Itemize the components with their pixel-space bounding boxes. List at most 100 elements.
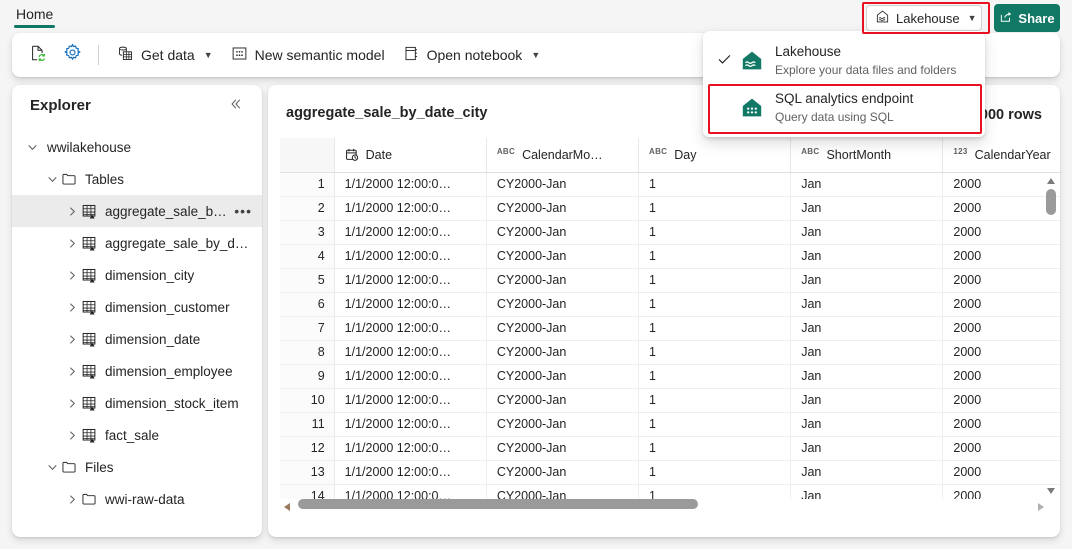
table-row[interactable]: 111/1/2000 12:00:0…CY2000-Jan1Jan2000Sou… xyxy=(280,412,1060,437)
table-cell: CY2000-Jan xyxy=(486,340,640,365)
get-data-button[interactable]: Get data ▼ xyxy=(109,39,221,71)
tree-item-dimension-date[interactable]: dimension_date xyxy=(12,323,262,355)
chevron-down-icon: ▼ xyxy=(203,50,213,60)
table-row[interactable]: 131/1/2000 12:00:0…CY2000-Jan1Jan2000Akh… xyxy=(280,460,1060,485)
tree-item-dimension-city[interactable]: dimension_city xyxy=(12,259,262,291)
column-header-day[interactable]: ABC Day xyxy=(638,138,792,173)
tree-item-dimension-employee[interactable]: dimension_employee xyxy=(12,355,262,387)
column-header-date[interactable]: Date xyxy=(334,138,487,173)
tree-item-wwi-raw-data[interactable]: wwi-raw-data xyxy=(12,483,262,515)
tree-item-label: fact_sale xyxy=(105,427,160,443)
table-cell: 1/1/2000 12:00:0… xyxy=(334,268,487,293)
table-cell: 1 xyxy=(638,196,792,221)
table-row[interactable]: 81/1/2000 12:00:0…CY2000-Jan1Jan2000Nana… xyxy=(280,340,1060,365)
chevron-right-icon[interactable] xyxy=(64,267,80,283)
chevron-right-icon[interactable] xyxy=(64,427,80,443)
table-cell: Jan xyxy=(790,172,944,197)
tree-item-dimension-customer[interactable]: dimension_customer xyxy=(12,291,262,323)
tab-home-label: Home xyxy=(16,6,54,22)
vertical-scrollbar[interactable] xyxy=(1044,173,1058,494)
table-row[interactable]: 71/1/2000 12:00:0…CY2000-Jan1Jan2000Mari… xyxy=(280,316,1060,341)
table-row[interactable]: 21/1/2000 12:00:0…CY2000-Jan1Jan2000Belg… xyxy=(280,196,1060,221)
table-cell: Jan xyxy=(790,268,944,293)
tree-item-files[interactable]: Files xyxy=(12,451,262,483)
row-number: 10 xyxy=(280,388,335,413)
table-icon xyxy=(80,362,98,380)
table-cell: 1 xyxy=(638,220,792,245)
chevron-right-icon[interactable] xyxy=(64,395,80,411)
chevron-right-icon[interactable] xyxy=(64,203,80,219)
sql-endpoint-icon xyxy=(737,95,767,121)
dropdown-item-sql-analytics-endpoint[interactable]: SQL analytics endpoint Query data using … xyxy=(703,84,985,131)
folder-icon xyxy=(60,170,78,188)
table-row[interactable]: 41/1/2000 12:00:0…CY2000-Jan1Jan2000Eula… xyxy=(280,244,1060,269)
new-semantic-model-button[interactable]: New semantic model xyxy=(223,39,393,71)
row-number: 2 xyxy=(280,196,335,221)
column-header-calendarmo[interactable]: ABC CalendarMo… xyxy=(486,138,640,173)
column-header-label: ShortMonth xyxy=(826,147,892,162)
scroll-down-icon[interactable] xyxy=(1046,483,1056,494)
table-row[interactable]: 61/1/2000 12:00:0…CY2000-Jan1Jan2000Jemi… xyxy=(280,292,1060,317)
vertical-scrollbar-thumb[interactable] xyxy=(1046,189,1056,215)
table-cell: CY2000-Jan xyxy=(486,292,640,317)
chevron-right-icon[interactable] xyxy=(64,363,80,379)
table-cell: 2000 xyxy=(942,292,1060,317)
tree-item-label: dimension_stock_item xyxy=(105,395,239,411)
chevron-right-icon[interactable] xyxy=(64,491,80,507)
tree-item-label: wwilakehouse xyxy=(47,139,132,155)
open-notebook-button[interactable]: Open notebook ▼ xyxy=(395,39,549,71)
dropdown-item-lakehouse[interactable]: Lakehouse Explore your data files and fo… xyxy=(703,37,985,84)
tree-item-dimension-stock-item[interactable]: dimension_stock_item xyxy=(12,387,262,419)
table-row[interactable]: 121/1/2000 12:00:0…CY2000-Jan1Jan2000Tus… xyxy=(280,436,1060,461)
table-row[interactable]: 31/1/2000 12:00:0…CY2000-Jan1Jan2000Coke… xyxy=(280,220,1060,245)
collapse-explorer-button[interactable] xyxy=(224,93,248,117)
refresh-document-button[interactable] xyxy=(22,39,54,71)
horizontal-scrollbar[interactable] xyxy=(282,497,1046,511)
tree-item-label: dimension_employee xyxy=(105,363,233,379)
chevron-down-icon[interactable] xyxy=(44,459,60,475)
table-cell: Jan xyxy=(790,412,944,437)
table-row[interactable]: 11/1/2000 12:00:0…CY2000-Jan1Jan2000Baze… xyxy=(280,172,1060,197)
chevron-down-icon[interactable] xyxy=(44,171,60,187)
table-cell: 1 xyxy=(638,292,792,317)
table-row[interactable]: 91/1/2000 12:00:0…CY2000-Jan1Jan2000Robe… xyxy=(280,364,1060,389)
table-row[interactable]: 101/1/2000 12:00:0…CY2000-Jan1Jan2000Sak… xyxy=(280,388,1060,413)
table-cell: CY2000-Jan xyxy=(486,460,640,485)
more-options-icon[interactable]: ••• xyxy=(234,203,252,219)
dropdown-item-sql-text: SQL analytics endpoint Query data using … xyxy=(767,90,913,124)
column-header-calendaryear[interactable]: 123 CalendarYear xyxy=(942,138,1060,173)
tree-item-aggregate-sale-b[interactable]: aggregate_sale_b… ••• xyxy=(12,195,262,227)
table-cell: 1/1/2000 12:00:0… xyxy=(334,460,487,485)
settings-button[interactable] xyxy=(56,39,88,71)
table-row[interactable]: 51/1/2000 12:00:0…CY2000-Jan1Jan2000High… xyxy=(280,268,1060,293)
table-cell: 2000 xyxy=(942,340,1060,365)
table-cell: Jan xyxy=(790,340,944,365)
scroll-up-icon[interactable] xyxy=(1046,173,1056,184)
chevron-right-icon[interactable] xyxy=(64,331,80,347)
share-icon xyxy=(999,10,1013,27)
tree-item-tables[interactable]: Tables xyxy=(12,163,262,195)
tab-home[interactable]: Home xyxy=(12,4,57,28)
tree-item-fact-sale[interactable]: fact_sale xyxy=(12,419,262,451)
table-cell: 2000 xyxy=(942,436,1060,461)
column-type-badge: ABC xyxy=(801,146,820,156)
horizontal-scrollbar-thumb[interactable] xyxy=(298,499,698,509)
table-cell: 1 xyxy=(638,388,792,413)
tree-item-aggregate-sale-by-date[interactable]: aggregate_sale_by_date… xyxy=(12,227,262,259)
artifact-mode-switcher-button[interactable]: Lakehouse ▼ xyxy=(866,5,982,31)
tree-item-wwilakehouse[interactable]: wwilakehouse xyxy=(12,131,262,163)
share-button[interactable]: Share xyxy=(994,4,1060,32)
table-cell: 1 xyxy=(638,316,792,341)
column-header-shortmonth[interactable]: ABC ShortMonth xyxy=(790,138,944,173)
chevron-right-icon[interactable] xyxy=(64,299,80,315)
row-number: 7 xyxy=(280,316,335,341)
table-cell: 2000 xyxy=(942,172,1060,197)
row-number: 11 xyxy=(280,412,335,437)
column-type-badge: 123 xyxy=(953,146,968,156)
chevron-right-icon[interactable] xyxy=(64,235,80,251)
explorer-tree: wwilakehouse Tables aggregate_sale_b… ••• ag… xyxy=(12,125,262,515)
scroll-left-icon[interactable] xyxy=(282,499,292,511)
chevron-down-icon[interactable] xyxy=(24,139,40,155)
data-grid-viewport: Date ABC CalendarMo… ABC Day ABC ShortMonth 123… xyxy=(280,138,1060,499)
scroll-right-icon[interactable] xyxy=(1036,499,1046,511)
